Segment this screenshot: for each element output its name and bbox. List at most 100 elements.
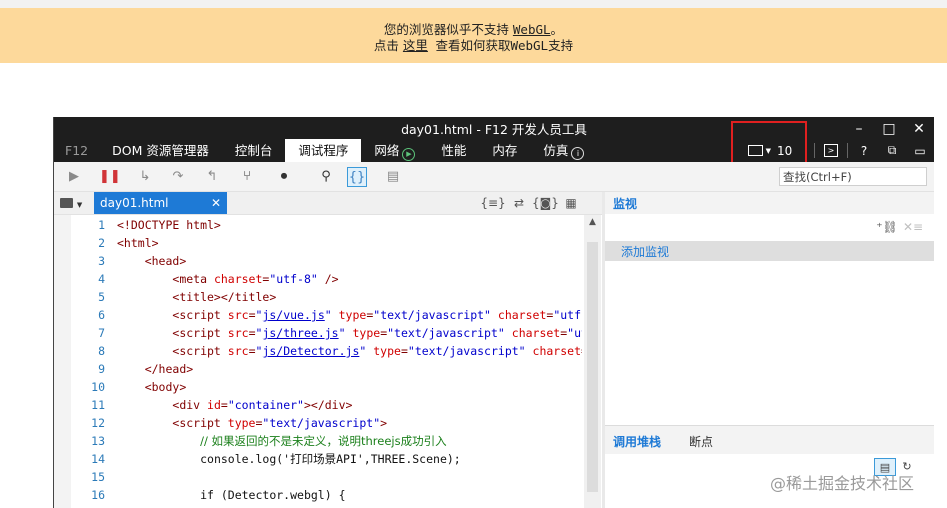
break-on-new-worker-button[interactable]: ⑂	[237, 167, 257, 187]
code-token: "text/javascript"	[387, 326, 505, 340]
step-out-button[interactable]: ↰	[202, 167, 222, 187]
devtools-titlebar: day01.html - F12 开发人员工具 – □ ✕ F12 DOM 资源…	[54, 117, 934, 165]
code-token: <!DOCTYPE html>	[117, 218, 221, 232]
tab-callstack[interactable]: 调用堆栈	[613, 433, 661, 450]
code-line: 5 <title></title>	[72, 288, 582, 306]
line-number[interactable]: 4	[72, 270, 105, 288]
top-strip	[0, 0, 947, 8]
pretty-print-button[interactable]: {}	[347, 167, 367, 187]
devtools-tabs: F12 DOM 资源管理器 控制台 调试程序 网络 ▶ 性能 内存 仿真 i	[54, 139, 597, 162]
add-watch-icon[interactable]: ⁺⛓	[874, 220, 900, 234]
help-button[interactable]: ?	[850, 139, 878, 162]
watch-pane: 监视 ⁺⛓ ✕≡ 添加监视 调用堆栈 断点 ▤ ↻	[605, 192, 934, 508]
code-token: "text/javascript"	[407, 344, 526, 358]
step-into-button[interactable]: ↳	[135, 167, 155, 187]
branch-icon: ⑂	[243, 169, 251, 184]
breakpoint-gutter[interactable]	[54, 215, 71, 508]
window-controls: – □ ✕	[844, 119, 934, 139]
comment-icon[interactable]: ▦	[558, 194, 584, 212]
line-number[interactable]: 14	[72, 450, 105, 468]
close-button[interactable]: ✕	[904, 119, 934, 139]
tab-memory[interactable]: 内存	[479, 139, 530, 162]
tab-emulation[interactable]: 仿真 i	[530, 139, 597, 162]
tab-network[interactable]: 网络 ▶	[361, 139, 428, 162]
sourcemap-icon[interactable]: ⇄	[506, 194, 532, 212]
scroll-up-icon[interactable]: ▲	[584, 217, 601, 227]
tab-dom-explorer[interactable]: DOM 资源管理器	[99, 139, 222, 162]
code-line: 7 <script src="js/three.js" type="text/j…	[72, 324, 582, 342]
tab-console[interactable]: 控制台	[222, 139, 286, 162]
code-token: type	[373, 344, 401, 358]
tab-breakpoints[interactable]: 断点	[689, 433, 713, 450]
here-link[interactable]: 这里	[403, 38, 428, 53]
line-number[interactable]: 6	[72, 306, 105, 324]
play-circle-icon: ▶	[402, 148, 416, 161]
line-number[interactable]: 2	[72, 234, 105, 252]
line-number[interactable]: 7	[72, 324, 105, 342]
code-token: =	[248, 308, 256, 322]
watch-actions: ⁺⛓ ✕≡	[874, 220, 926, 234]
just-my-code-icon[interactable]: {◙}	[532, 194, 559, 212]
line-number[interactable]: 12	[72, 414, 105, 432]
code-line: 11 <div id="container"></div>	[72, 396, 582, 414]
undock-button[interactable]: ⧉	[878, 139, 906, 162]
code-token: id	[207, 398, 221, 412]
word-wrap-button[interactable]: ▤	[383, 167, 403, 187]
line-number[interactable]: 13	[72, 432, 105, 450]
delete-all-watches-icon[interactable]: ✕≡	[900, 220, 926, 234]
callstack-header: 调用堆栈 断点	[605, 426, 934, 454]
code-line: 12 <script type="text/javascript">	[72, 414, 582, 432]
close-tab-icon[interactable]: ✕	[211, 192, 221, 214]
code-token: =	[248, 326, 256, 340]
format-icon[interactable]: {≡}	[480, 194, 506, 212]
console-toggle-button[interactable]: >	[817, 139, 845, 162]
break-button[interactable]: ❚❚	[99, 167, 121, 187]
watch-title[interactable]: 监视	[613, 195, 637, 212]
braces-icon: {}	[348, 170, 366, 185]
line-number[interactable]: 15	[72, 468, 105, 486]
stop-icon: ⏺	[280, 169, 288, 184]
add-watch-row[interactable]: 添加监视	[605, 241, 934, 261]
code-token: charset	[532, 344, 581, 358]
code-token: <meta	[172, 272, 214, 286]
disconnect-debugger-button[interactable]: ⚲	[316, 167, 336, 187]
toolbar-separator	[847, 143, 848, 158]
line-number[interactable]: 16	[72, 486, 105, 504]
continue-button[interactable]: ▶	[64, 167, 84, 187]
line-number[interactable]: 9	[72, 360, 105, 378]
code-token: if (Detector.webgl) {	[200, 488, 346, 502]
line-number[interactable]: 11	[72, 396, 105, 414]
exception-behavior-button[interactable]: ⏺	[274, 167, 294, 187]
vertical-scrollbar[interactable]: ▲	[584, 215, 601, 508]
line-number[interactable]: 10	[72, 378, 105, 396]
step-into-icon: ↳	[139, 169, 151, 184]
step-over-button[interactable]: ↷	[168, 167, 188, 187]
tab-debugger[interactable]: 调试程序	[285, 139, 362, 162]
code-token: <body>	[144, 380, 187, 394]
banner-line-2: 点击 这里 查看如何获取WebGL支持	[373, 38, 574, 53]
file-tab-day01[interactable]: day01.html ✕	[94, 192, 227, 214]
tab-performance[interactable]: 性能	[428, 139, 479, 162]
scroll-thumb[interactable]	[587, 242, 598, 492]
line-number[interactable]: 1	[72, 216, 105, 234]
code-token: </head>	[144, 362, 194, 376]
code-editor[interactable]: 1 <!DOCTYPE html> 2 <html> 3 <head> 4 <meta c…	[54, 215, 602, 508]
dock-bottom-button[interactable]: ▭	[906, 139, 934, 162]
line-number[interactable]: 5	[72, 288, 105, 306]
code-token: type	[338, 308, 367, 322]
find-input[interactable]: 查找(Ctrl+F)	[779, 167, 927, 186]
debugger-toolbar: ▶ ❚❚ ↳ ↷ ↰ ⑂ ⏺ ⚲ {} ▤ 查找(Ctrl+F)	[54, 162, 934, 192]
maximize-button[interactable]: □	[874, 119, 904, 139]
line-number[interactable]: 3	[72, 252, 105, 270]
open-document-button[interactable]: ▼	[60, 196, 86, 210]
code-token: =	[248, 344, 256, 358]
line-number[interactable]: 8	[72, 342, 105, 360]
minimize-button[interactable]: –	[844, 119, 874, 139]
code-token: src	[227, 308, 249, 322]
